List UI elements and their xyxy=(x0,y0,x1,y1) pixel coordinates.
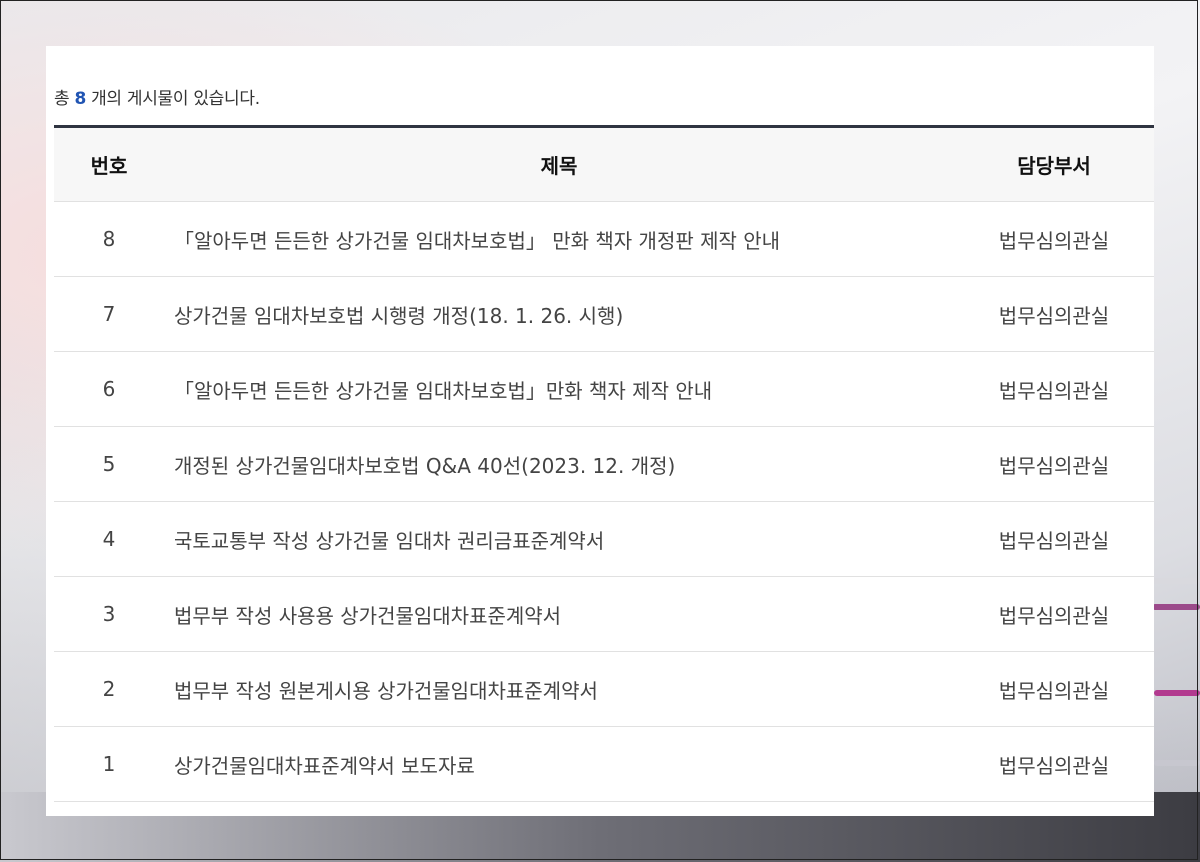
table-row: 8 「알아두면 든든한 상가건물 임대차보호법」 만화 책자 개정판 제작 안내… xyxy=(54,201,1154,277)
row-title: 법무부 작성 원본게시용 상가건물임대차표준계약서 xyxy=(164,651,954,727)
row-number: 4 xyxy=(54,501,164,577)
row-title: 「알아두면 든든한 상가건물 임대차보호법」 만화 책자 개정판 제작 안내 xyxy=(164,201,954,277)
post-count: 8 xyxy=(74,89,86,109)
row-department: 법무심의관실 xyxy=(954,726,1154,802)
row-department: 법무심의관실 xyxy=(954,276,1154,352)
header-department: 담당부서 xyxy=(954,125,1154,202)
post-title-link[interactable]: 법무부 작성 원본게시용 상가건물임대차표준계약서 xyxy=(174,679,598,703)
row-title: 「알아두면 든든한 상가건물 임대차보호법」만화 책자 제작 안내 xyxy=(164,351,954,427)
post-title-link[interactable]: 법무부 작성 사용용 상가건물임대차표준계약서 xyxy=(174,604,561,628)
row-department: 법무심의관실 xyxy=(954,351,1154,427)
row-department: 법무심의관실 xyxy=(954,501,1154,577)
row-number: 5 xyxy=(54,426,164,502)
summary-suffix: 개의 게시물이 있습니다. xyxy=(91,89,260,109)
row-department: 법무심의관실 xyxy=(954,201,1154,277)
background-stripe xyxy=(1154,760,1200,766)
board-panel: 총 8 개의 게시물이 있습니다. 번호 제목 담당부서 8 「알아두면 든든한… xyxy=(46,46,1154,816)
table-row: 1 상가건물임대차표준계약서 보도자료 법무심의관실 xyxy=(54,726,1154,802)
background-stripe xyxy=(1154,690,1200,696)
row-title: 상가건물임대차표준계약서 보도자료 xyxy=(164,726,954,802)
post-title-link[interactable]: 국토교통부 작성 상가건물 임대차 권리금표준계약서 xyxy=(174,529,604,553)
table-body: 8 「알아두면 든든한 상가건물 임대차보호법」 만화 책자 개정판 제작 안내… xyxy=(54,201,1154,802)
row-number: 3 xyxy=(54,576,164,652)
summary-prefix: 총 xyxy=(54,89,70,109)
post-title-link[interactable]: 「알아두면 든든한 상가건물 임대차보호법」만화 책자 제작 안내 xyxy=(174,379,712,403)
row-department: 법무심의관실 xyxy=(954,426,1154,502)
post-title-link[interactable]: 「알아두면 든든한 상가건물 임대차보호법」 만화 책자 개정판 제작 안내 xyxy=(174,229,780,253)
row-department: 법무심의관실 xyxy=(954,651,1154,727)
header-number: 번호 xyxy=(54,125,164,202)
table-header-row: 번호 제목 담당부서 xyxy=(54,125,1154,202)
background-stripe xyxy=(1150,578,1200,584)
row-title: 개정된 상가건물임대차보호법 Q&A 40선(2023. 12. 개정) xyxy=(164,426,954,502)
row-title: 법무부 작성 사용용 상가건물임대차표준계약서 xyxy=(164,576,954,652)
header-title: 제목 xyxy=(164,125,954,202)
row-number: 6 xyxy=(54,351,164,427)
board-table: 번호 제목 담당부서 8 「알아두면 든든한 상가건물 임대차보호법」 만화 책… xyxy=(54,125,1154,802)
table-row: 2 법무부 작성 원본게시용 상가건물임대차표준계약서 법무심의관실 xyxy=(54,651,1154,727)
post-count-summary: 총 8 개의 게시물이 있습니다. xyxy=(54,84,260,109)
row-number: 8 xyxy=(54,201,164,277)
table-row: 4 국토교통부 작성 상가건물 임대차 권리금표준계약서 법무심의관실 xyxy=(54,501,1154,577)
table-row: 6 「알아두면 든든한 상가건물 임대차보호법」만화 책자 제작 안내 법무심의… xyxy=(54,351,1154,427)
row-title: 상가건물 임대차보호법 시행령 개정(18. 1. 26. 시행) xyxy=(164,276,954,352)
post-title-link[interactable]: 상가건물 임대차보호법 시행령 개정(18. 1. 26. 시행) xyxy=(174,304,623,328)
post-title-link[interactable]: 개정된 상가건물임대차보호법 Q&A 40선(2023. 12. 개정) xyxy=(174,454,675,478)
table-header: 번호 제목 담당부서 xyxy=(54,125,1154,202)
table-row: 7 상가건물 임대차보호법 시행령 개정(18. 1. 26. 시행) 법무심의… xyxy=(54,276,1154,352)
post-title-link[interactable]: 상가건물임대차표준계약서 보도자료 xyxy=(174,754,475,778)
row-number: 2 xyxy=(54,651,164,727)
background-stripe xyxy=(1152,604,1200,610)
table-row: 3 법무부 작성 사용용 상가건물임대차표준계약서 법무심의관실 xyxy=(54,576,1154,652)
row-department: 법무심의관실 xyxy=(954,576,1154,652)
row-number: 1 xyxy=(54,726,164,802)
row-number: 7 xyxy=(54,276,164,352)
table-row: 5 개정된 상가건물임대차보호법 Q&A 40선(2023. 12. 개정) 법… xyxy=(54,426,1154,502)
row-title: 국토교통부 작성 상가건물 임대차 권리금표준계약서 xyxy=(164,501,954,577)
